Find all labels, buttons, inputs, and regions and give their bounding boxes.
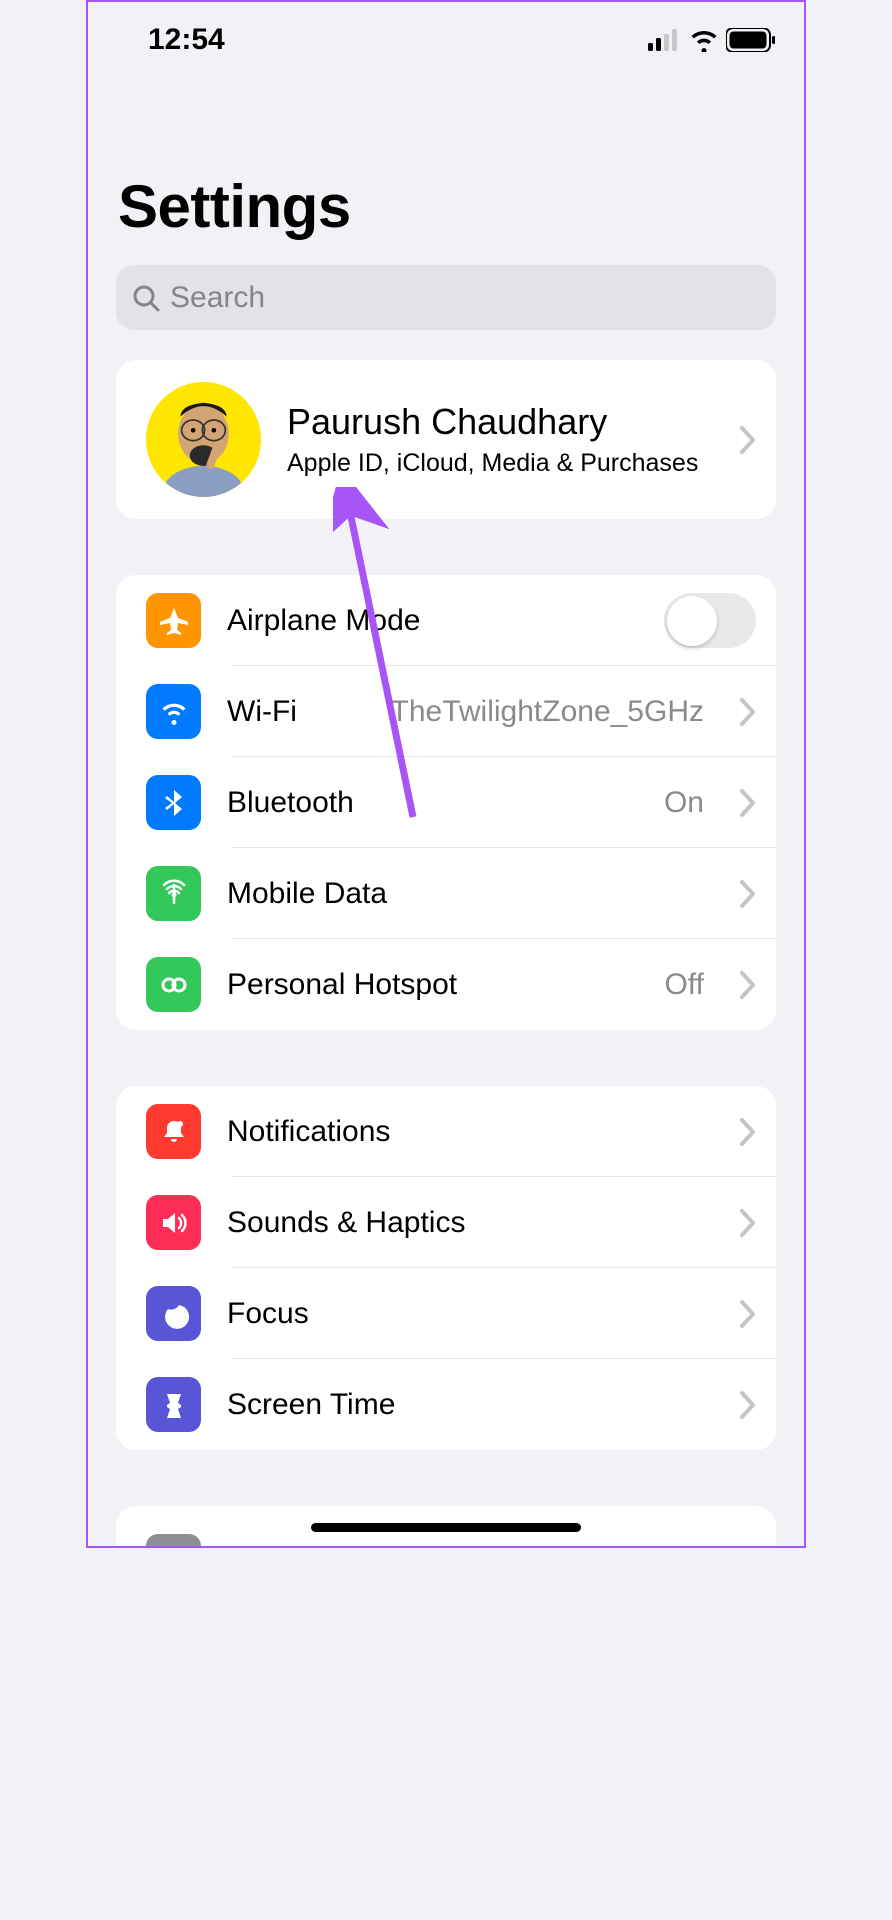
status-bar: 12:54 [88,2,804,72]
airplane-icon [146,593,201,648]
profile-text: Paurush Chaudhary Apple ID, iCloud, Medi… [287,401,714,478]
search-placeholder: Search [170,281,265,315]
chevron-right-icon [740,1209,756,1237]
sounds-row[interactable]: Sounds & Haptics [116,1177,776,1268]
mobile-data-label: Mobile Data [227,877,714,911]
chevron-right-icon [740,789,756,817]
cellular-signal-icon [648,29,682,51]
chevron-right-icon [740,1118,756,1146]
chevron-right-icon [740,698,756,726]
profile-name: Paurush Chaudhary [287,401,714,443]
screentime-row[interactable]: Screen Time [116,1359,776,1450]
bluetooth-label: Bluetooth [227,786,638,820]
sounds-label: Sounds & Haptics [227,1206,714,1240]
home-indicator [311,1523,581,1532]
search-icon [132,284,160,312]
bluetooth-value: On [664,786,704,820]
bluetooth-icon [146,775,201,830]
notifications-label: Notifications [227,1115,714,1149]
status-icons [648,28,776,52]
hotspot-icon [146,957,201,1012]
bluetooth-row[interactable]: Bluetooth On [116,757,776,848]
page-header: Settings [88,72,804,251]
hotspot-row[interactable]: Personal Hotspot Off [116,939,776,1030]
wifi-row[interactable]: Wi-Fi TheTwilightZone_5GHz [116,666,776,757]
connectivity-section: Airplane Mode Wi-Fi TheTwilightZone_5GHz… [116,575,776,1030]
search-input[interactable]: Search [116,265,776,330]
partial-icon [146,1534,201,1546]
screentime-label: Screen Time [227,1388,714,1422]
avatar [146,382,261,497]
chevron-right-icon [740,880,756,908]
hotspot-value: Off [665,968,704,1002]
apple-id-row[interactable]: Paurush Chaudhary Apple ID, iCloud, Medi… [116,360,776,519]
profile-subtitle: Apple ID, iCloud, Media & Purchases [287,449,714,478]
notifications-row[interactable]: Notifications [116,1086,776,1177]
airplane-label: Airplane Mode [227,604,638,638]
airplane-mode-row[interactable]: Airplane Mode [116,575,776,666]
airplane-toggle[interactable] [664,593,756,648]
wifi-label: Wi-Fi [227,695,365,729]
wifi-value: TheTwilightZone_5GHz [391,695,704,729]
sounds-icon [146,1195,201,1250]
focus-row[interactable]: Focus [116,1268,776,1359]
focus-label: Focus [227,1297,714,1331]
toggle-knob [667,596,717,646]
battery-icon [726,28,776,52]
mobile-data-icon [146,866,201,921]
page-title: Settings [118,172,774,241]
notifications-icon [146,1104,201,1159]
chevron-right-icon [740,1391,756,1419]
focus-icon [146,1286,201,1341]
wifi-icon [688,28,720,52]
status-time: 12:54 [148,23,225,57]
wifi-settings-icon [146,684,201,739]
chevron-right-icon [740,1300,756,1328]
chevron-right-icon [740,971,756,999]
mobile-data-row[interactable]: Mobile Data [116,848,776,939]
profile-section: Paurush Chaudhary Apple ID, iCloud, Medi… [116,360,776,519]
chevron-right-icon [740,426,756,454]
notifications-section: Notifications Sounds & Haptics Focus [116,1086,776,1450]
screentime-icon [146,1377,201,1432]
hotspot-label: Personal Hotspot [227,968,639,1002]
